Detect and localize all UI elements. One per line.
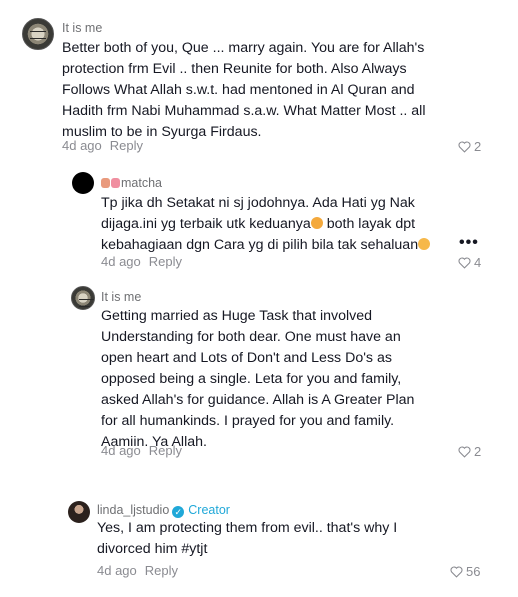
comment-username[interactable]: It is me: [62, 21, 102, 35]
comment-line: Getting married as Huge Task that involv…: [101, 308, 373, 324]
like-count: 56: [466, 564, 481, 579]
reply-button[interactable]: Reply: [145, 563, 178, 578]
avatar[interactable]: [22, 18, 54, 50]
comment-meta: 4d ago Reply: [97, 563, 178, 578]
comment-line: Hadith frm Nabi Muhammad s.a.w. What Mat…: [62, 103, 426, 119]
heart-icon: [458, 256, 471, 269]
like-count: 4: [474, 255, 482, 270]
hand-emoji-icon: [101, 178, 110, 188]
comment-line: divorced him #ytjt: [97, 541, 208, 557]
like-button[interactable]: 2: [458, 139, 481, 154]
like-button[interactable]: 56: [450, 564, 480, 579]
avatar[interactable]: [72, 172, 94, 194]
heart-icon: [458, 140, 471, 153]
comment-meta: 4d ago Reply: [101, 443, 182, 458]
comment-line: for all humankinds. I prayed for you and…: [101, 413, 395, 429]
comment-timestamp: 4d ago: [62, 138, 102, 153]
comment-line: Better both of you, Que ... marry again.…: [62, 40, 425, 56]
comment-text: Tp jika dh Setakat ni sj jodohnya. Ada H…: [101, 193, 431, 256]
comment-line-part: kebahagiaan dgn Cara yg di pilih bila ta…: [101, 237, 419, 253]
verified-check-icon: ✓: [172, 506, 185, 518]
comment-text: Yes, I am protecting them from evil.. th…: [97, 518, 397, 560]
comment-line: asked Allah's for guidance. Allah is A G…: [101, 392, 415, 408]
comment-username-row[interactable]: linda_ljstudio ✓ Creator: [97, 503, 230, 518]
comment-line: Follows What Allah s.w.t. had mentoned i…: [62, 82, 415, 98]
comment-username[interactable]: It is me: [101, 290, 141, 304]
comment-meta: 4d ago Reply: [62, 138, 143, 153]
reply-button[interactable]: Reply: [110, 138, 143, 153]
comment-line-part: both layak dpt: [322, 216, 416, 232]
comment-line: Yes, I am protecting them from evil.. th…: [97, 520, 398, 536]
comment-timestamp: 4d ago: [97, 563, 137, 578]
comment-line: Tp jika dh Setakat ni sj jodohnya. Ada H…: [101, 195, 415, 211]
comment-line: opposed being a single. Leta for you and…: [101, 371, 402, 387]
avatar[interactable]: [68, 501, 90, 523]
bubble-emoji-icon: [111, 178, 120, 188]
comment-username: linda_ljstudio: [97, 503, 170, 517]
comment-text: Better both of you, Que ... marry again.…: [62, 38, 425, 143]
like-count: 2: [474, 444, 482, 459]
reply-button[interactable]: Reply: [149, 254, 182, 269]
comment-line: dijaga.ini yg terbaik utk keduanya both …: [101, 214, 430, 235]
smiling-heart-eyes-emoji-icon: [310, 217, 323, 229]
comment-meta: 4d ago Reply: [101, 254, 182, 269]
comment-username: matcha: [121, 176, 162, 190]
more-options-icon[interactable]: •••: [459, 234, 479, 252]
comment-line: protection frm Evil .. then Reunite for …: [62, 61, 407, 77]
comment-timestamp: 4d ago: [101, 443, 141, 458]
comment-username-row[interactable]: matcha: [101, 176, 162, 190]
like-count: 2: [474, 139, 482, 154]
heart-icon: [458, 445, 471, 458]
like-button[interactable]: 2: [458, 444, 481, 459]
creator-badge: Creator: [188, 503, 230, 517]
comment-timestamp: 4d ago: [101, 254, 141, 269]
smiling-hearts-emoji-icon: [418, 238, 431, 250]
avatar[interactable]: [71, 286, 95, 310]
comment-line-part: dijaga.ini yg terbaik utk keduanya: [101, 216, 311, 232]
heart-icon: [450, 565, 463, 578]
comment-line: kebahagiaan dgn Cara yg di pilih bila ta…: [101, 235, 431, 256]
comment-line: open heart and Lots of Don't and Less Do…: [101, 350, 392, 366]
like-button[interactable]: 4: [458, 255, 481, 270]
comment-text: Getting married as Huge Task that involv…: [101, 306, 414, 453]
comment-line: Understanding for both dear. One must ha…: [101, 329, 401, 345]
reply-button[interactable]: Reply: [149, 443, 182, 458]
